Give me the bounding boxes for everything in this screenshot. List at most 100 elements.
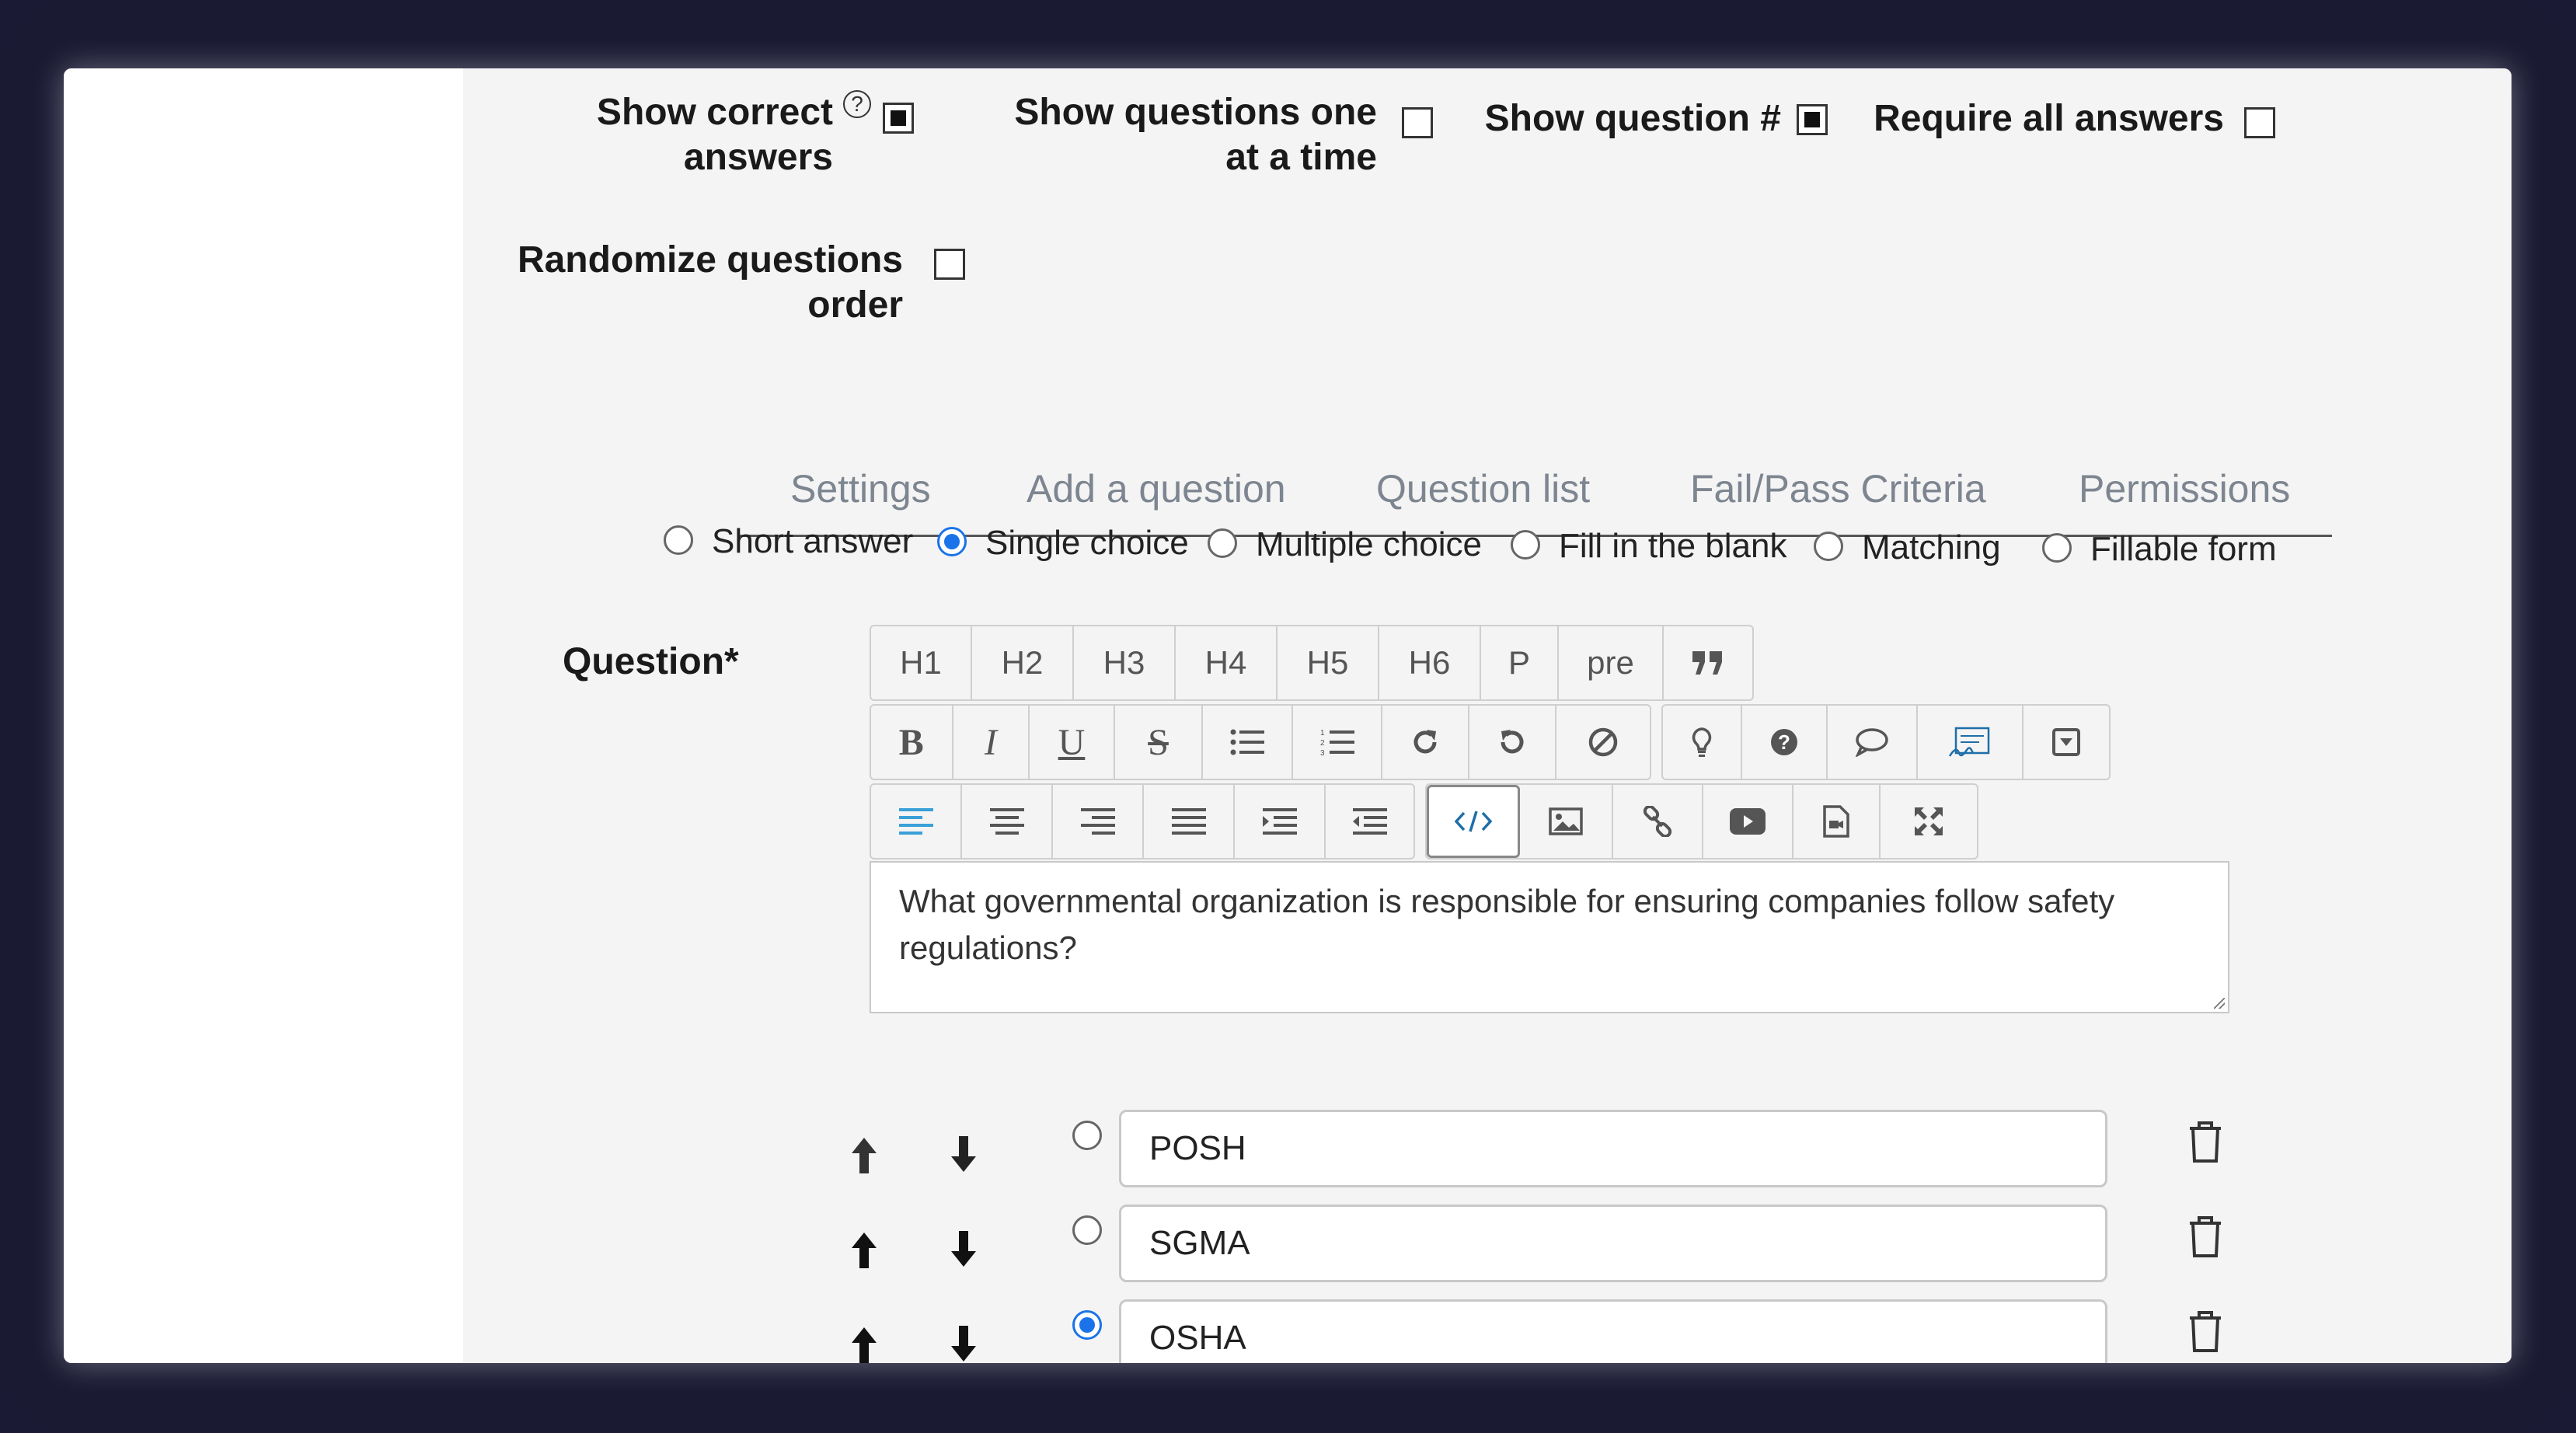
resize-handle[interactable] bbox=[2214, 998, 2225, 1009]
tab-permissions[interactable]: Permissions bbox=[2079, 466, 2290, 511]
italic-icon: I bbox=[984, 721, 997, 763]
label-line: Show correct bbox=[596, 92, 833, 133]
dropdown-field-button[interactable] bbox=[2024, 706, 2109, 779]
underline-icon: U bbox=[1058, 721, 1086, 763]
indent-icon bbox=[1262, 808, 1297, 835]
lightbulb-icon bbox=[1692, 727, 1712, 757]
svg-text:1: 1 bbox=[1320, 729, 1325, 737]
randomize-order-checkbox[interactable] bbox=[934, 249, 965, 280]
heading-h1-button[interactable]: H1 bbox=[871, 626, 972, 699]
indent-button[interactable] bbox=[1235, 785, 1326, 858]
move-up-arrow-icon[interactable] bbox=[847, 1135, 881, 1175]
move-down-arrow-icon[interactable] bbox=[946, 1229, 981, 1270]
align-justify-icon bbox=[1171, 808, 1206, 835]
question-text-editor[interactable]: What governmental organization is respon… bbox=[870, 861, 2229, 1013]
answer-input[interactable]: SGMA bbox=[1119, 1205, 2107, 1282]
trash-icon[interactable] bbox=[2187, 1215, 2224, 1259]
bold-icon: B bbox=[898, 721, 924, 763]
heading-toolbar: H1 H2 H3 H4 H5 H6 P pre bbox=[870, 625, 1754, 701]
extras-toolbar: ? bbox=[1661, 704, 2111, 780]
outdent-button[interactable] bbox=[1326, 785, 1413, 858]
radio-short-answer[interactable] bbox=[664, 525, 693, 555]
require-all-answers-checkbox[interactable] bbox=[2244, 107, 2275, 138]
svg-text:3: 3 bbox=[1320, 749, 1325, 757]
help-icon[interactable]: ? bbox=[843, 90, 871, 118]
left-sidebar bbox=[64, 68, 463, 1363]
trash-icon[interactable] bbox=[2187, 1121, 2224, 1164]
answer-correct-radio[interactable] bbox=[1072, 1310, 1102, 1340]
strikethrough-button[interactable]: S bbox=[1115, 706, 1204, 779]
comment-button[interactable] bbox=[1828, 706, 1918, 779]
answer-correct-radio[interactable] bbox=[1072, 1215, 1102, 1245]
align-right-button[interactable] bbox=[1053, 785, 1144, 858]
signature-icon bbox=[1948, 727, 1990, 757]
comment-icon bbox=[1855, 728, 1888, 757]
fullscreen-button[interactable] bbox=[1881, 785, 1977, 858]
code-view-button[interactable] bbox=[1427, 785, 1520, 858]
align-justify-button[interactable] bbox=[1144, 785, 1235, 858]
italic-button[interactable]: I bbox=[953, 706, 1030, 779]
question-text: What governmental organization is respon… bbox=[899, 883, 2115, 966]
align-toolbar bbox=[870, 783, 1415, 859]
answer-input[interactable]: POSH bbox=[1119, 1110, 2107, 1187]
clear-format-button[interactable] bbox=[1556, 706, 1651, 779]
format-toolbar: B I U S 1 23 bbox=[870, 704, 1651, 780]
heading-h4-button[interactable]: H4 bbox=[1176, 626, 1278, 699]
insert-file-button[interactable] bbox=[1793, 785, 1881, 858]
insert-link-button[interactable] bbox=[1613, 785, 1703, 858]
undo-button[interactable] bbox=[1469, 706, 1556, 779]
blockquote-button[interactable] bbox=[1664, 626, 1752, 699]
align-left-button[interactable] bbox=[871, 785, 962, 858]
trash-icon[interactable] bbox=[2187, 1310, 2224, 1354]
heading-h5-button[interactable]: H5 bbox=[1278, 626, 1379, 699]
insert-video-button[interactable] bbox=[1703, 785, 1793, 858]
underline-button[interactable]: U bbox=[1030, 706, 1115, 779]
show-question-number-checkbox[interactable] bbox=[1797, 104, 1828, 135]
tab-add-a-question[interactable]: Add a question bbox=[1027, 466, 1286, 511]
bullet-list-button[interactable] bbox=[1203, 706, 1293, 779]
heading-h3-button[interactable]: H3 bbox=[1074, 626, 1176, 699]
help-question-button[interactable]: ? bbox=[1742, 706, 1828, 779]
preformatted-button[interactable]: pre bbox=[1559, 626, 1664, 699]
signature-button[interactable] bbox=[1918, 706, 2024, 779]
redo-button[interactable] bbox=[1382, 706, 1469, 779]
show-one-at-a-time-label: Show questions one at a time bbox=[926, 90, 1377, 180]
radio-multiple-choice[interactable] bbox=[1208, 528, 1237, 558]
svg-text:2: 2 bbox=[1320, 739, 1325, 748]
radio-single-choice[interactable] bbox=[937, 527, 967, 556]
tab-fail-pass-criteria[interactable]: Fail/Pass Criteria bbox=[1690, 466, 1986, 511]
numbered-list-button[interactable]: 1 23 bbox=[1293, 706, 1383, 779]
radio-matching[interactable] bbox=[1814, 532, 1843, 561]
answer-input[interactable]: OSHA bbox=[1119, 1299, 2107, 1363]
answer-correct-radio[interactable] bbox=[1072, 1121, 1102, 1150]
require-all-answers-label: Require all answers bbox=[1874, 98, 2224, 139]
heading-h6-button[interactable]: H6 bbox=[1379, 626, 1481, 699]
align-right-icon bbox=[1080, 808, 1115, 835]
insert-image-button[interactable] bbox=[1520, 785, 1613, 858]
show-one-at-a-time-checkbox[interactable] bbox=[1402, 107, 1433, 138]
radio-fill-in-the-blank[interactable] bbox=[1511, 530, 1540, 560]
question-type-label: Fillable form bbox=[2090, 530, 2277, 568]
label-line: order bbox=[807, 284, 903, 326]
hint-button[interactable] bbox=[1663, 706, 1742, 779]
link-icon bbox=[1643, 806, 1672, 837]
editor-tabs: Settings Add a question Question list Fa… bbox=[739, 449, 2332, 537]
show-correct-answers-checkbox[interactable] bbox=[883, 103, 914, 134]
file-icon bbox=[1823, 805, 1849, 838]
heading-h2-button[interactable]: H2 bbox=[972, 626, 1074, 699]
move-down-arrow-icon[interactable] bbox=[946, 1135, 981, 1175]
paragraph-button[interactable]: P bbox=[1481, 626, 1559, 699]
align-center-button[interactable] bbox=[962, 785, 1053, 858]
label-line: answers bbox=[683, 137, 833, 178]
move-up-arrow-icon[interactable] bbox=[847, 1229, 881, 1270]
move-up-arrow-icon[interactable] bbox=[847, 1324, 881, 1363]
radio-fillable-form[interactable] bbox=[2042, 533, 2072, 563]
tab-settings[interactable]: Settings bbox=[790, 466, 931, 511]
tab-question-list[interactable]: Question list bbox=[1376, 466, 1590, 511]
fullscreen-icon bbox=[1915, 807, 1943, 835]
bold-button[interactable]: B bbox=[871, 706, 953, 779]
label-line: at a time bbox=[1225, 137, 1377, 178]
move-down-arrow-icon[interactable] bbox=[946, 1324, 981, 1363]
question-type-label: Fill in the blank bbox=[1559, 527, 1787, 565]
question-label: Question* bbox=[563, 641, 739, 682]
